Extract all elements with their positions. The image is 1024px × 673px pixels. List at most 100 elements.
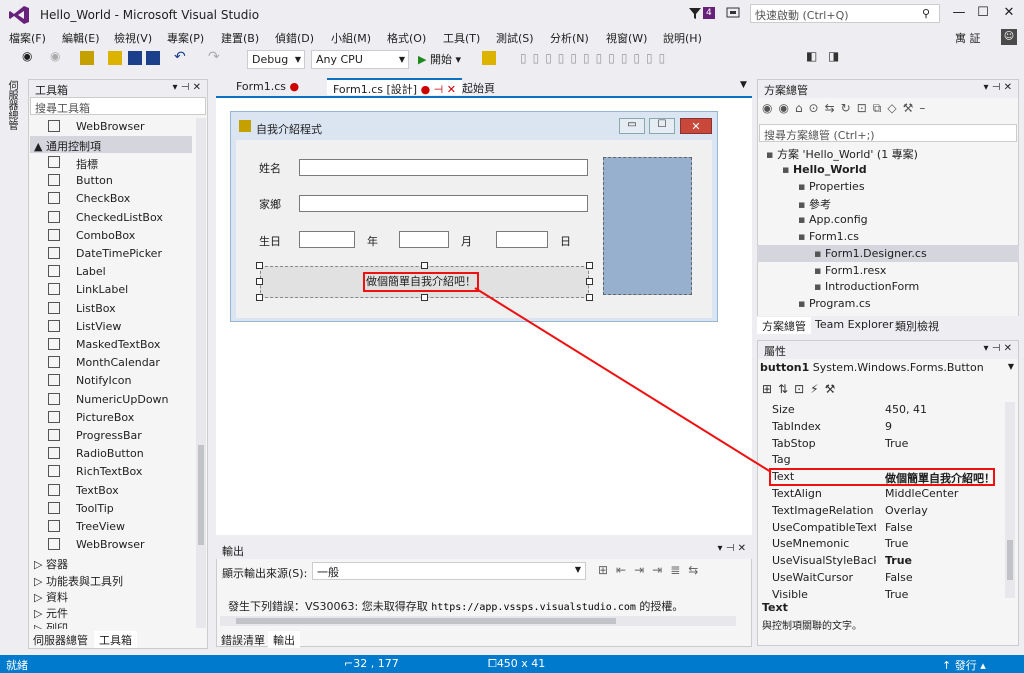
tab-team-explorer[interactable]: Team Explorer <box>810 317 898 334</box>
menu-file[interactable]: 檔案(F) <box>9 30 46 46</box>
minimize-button[interactable]: — <box>946 3 972 23</box>
property-value[interactable]: True <box>885 554 912 567</box>
property-row[interactable]: UseWaitCursor False <box>758 570 1008 587</box>
doc-tab-form1-cs[interactable]: Form1.cs ● <box>230 79 306 96</box>
toolbox-item[interactable]: CheckedListBox <box>30 209 192 227</box>
property-row[interactable]: Size 450, 41 <box>758 402 1008 419</box>
save-all-icon[interactable] <box>146 51 160 65</box>
filter-icon[interactable] <box>688 6 702 20</box>
solution-item[interactable]: ▪ Program.cs <box>798 297 871 314</box>
toolbox-group-menus[interactable]: ▷ 功能表與工具列 <box>34 573 123 589</box>
textbox-hometown[interactable] <box>299 195 588 212</box>
toolbox-item[interactable]: MonthCalendar <box>30 354 192 372</box>
textbox-name[interactable] <box>299 159 588 176</box>
start-button[interactable]: ▶ 開始 ▾ <box>418 51 461 67</box>
toolbox-scroll-thumb[interactable] <box>198 445 204 545</box>
toolbox-item[interactable]: ListBox <box>30 300 192 318</box>
object-selector[interactable]: button1 System.Windows.Forms.Button ▼ <box>760 361 1016 377</box>
property-row[interactable]: TextImageRelation Overlay <box>758 503 1008 520</box>
panel-buttons[interactable]: ▾ ⊣ ✕ <box>984 343 1012 354</box>
toolbox-item[interactable]: WebBrowser <box>30 536 192 554</box>
property-value[interactable]: False <box>885 521 913 534</box>
pin-close-icon[interactable]: ● ⊣ ✕ <box>421 83 456 96</box>
publish-button[interactable]: ↑ 發行 ▴ <box>942 657 986 673</box>
toolbox-search-input[interactable]: 搜尋工具箱 <box>30 97 206 115</box>
output-scroll-thumb[interactable] <box>236 618 616 624</box>
user-avatar-icon[interactable]: ☺ <box>1001 29 1017 45</box>
toolbox-group-common[interactable]: ▲ 通用控制項 <box>34 138 101 154</box>
toolbox-group-containers[interactable]: ▷ 容器 <box>34 556 68 572</box>
toolbox-item[interactable]: 指標 <box>30 154 192 172</box>
properties-scroll-thumb[interactable] <box>1007 540 1013 580</box>
configuration-select[interactable]: Debug ▼ <box>247 50 305 69</box>
menu-window[interactable]: 視窗(W) <box>606 30 647 46</box>
property-row[interactable]: UseCompatibleTextRe False <box>758 520 1008 537</box>
tab-output[interactable]: 輸出 <box>268 631 300 648</box>
toolbox-item[interactable]: ToolTip <box>30 500 192 518</box>
solution-item[interactable]: ▪ Hello_World <box>782 163 867 180</box>
property-value[interactable]: False <box>885 571 913 584</box>
resize-handle[interactable] <box>421 262 428 269</box>
menu-view[interactable]: 檢視(V) <box>114 30 152 46</box>
menu-edit[interactable]: 編輯(E) <box>62 30 100 46</box>
resize-handle[interactable] <box>586 262 593 269</box>
resize-handle[interactable] <box>256 262 263 269</box>
panel-buttons[interactable]: ▾ ⊣ ✕ <box>718 543 746 554</box>
toolbox-item[interactable]: DateTimePicker <box>30 245 192 263</box>
menu-debug[interactable]: 偵錯(D) <box>275 30 314 46</box>
menu-help[interactable]: 說明(H) <box>663 30 702 46</box>
property-value[interactable]: Overlay <box>885 504 928 517</box>
toolbox-item[interactable]: ComboBox <box>30 227 192 245</box>
output-toolbar-icons[interactable]: ⊞⇤⇥⇥≣⇆ <box>598 563 706 577</box>
tab-error-list[interactable]: 錯誤清單 <box>216 631 270 648</box>
toolbox-item[interactable]: NotifyIcon <box>30 372 192 390</box>
picturebox[interactable] <box>603 157 692 295</box>
solution-search-input[interactable]: 搜尋方案總管 (Ctrl+;) <box>759 124 1017 142</box>
toolbox-scrollbar[interactable] <box>196 118 206 628</box>
tab-toolbox[interactable]: 工具箱 <box>94 631 137 648</box>
redo-icon[interactable]: ↷ <box>208 49 222 65</box>
toolbox-group-data[interactable]: ▷ 資料 <box>34 589 68 605</box>
toolbox-group-components[interactable]: ▷ 元件 <box>34 605 68 621</box>
menu-build[interactable]: 建置(B) <box>221 30 259 46</box>
property-value[interactable]: 450, 41 <box>885 403 927 416</box>
quick-launch-input[interactable]: 快速啟動 (Ctrl+Q) <box>750 4 940 23</box>
solution-item[interactable]: ▪ IntroductionForm <box>814 280 919 297</box>
toolbox-item[interactable]: CheckBox <box>30 190 192 208</box>
panel-buttons[interactable]: ▾ ⊣ ✕ <box>984 82 1012 93</box>
toolbox-item[interactable]: Button <box>30 172 192 190</box>
maximize-button[interactable]: ☐ <box>970 3 996 23</box>
solution-item[interactable]: ▪ 參考 <box>798 196 831 213</box>
toolbox-item[interactable]: Label <box>30 263 192 281</box>
resize-handle[interactable] <box>586 294 593 301</box>
textbox-month[interactable] <box>399 231 449 248</box>
menu-test[interactable]: 測試(S) <box>496 30 534 46</box>
textbox-day[interactable] <box>496 231 548 248</box>
undo-icon[interactable]: ↶ <box>174 49 188 65</box>
tab-class-view[interactable]: 類別檢視 <box>890 317 944 334</box>
toolbox-item[interactable]: RichTextBox <box>30 463 192 481</box>
toolbox-item[interactable]: ListView <box>30 318 192 336</box>
toolbox-item-webbrowser-top[interactable]: WebBrowser <box>30 118 192 136</box>
doc-tab-form1-designer[interactable]: Form1.cs [設計] ● ⊣ ✕ <box>327 78 462 96</box>
property-row[interactable]: UseVisualStyleBackCc True <box>758 553 1008 570</box>
open-file-icon[interactable] <box>108 51 122 65</box>
toolbox-item[interactable]: RadioButton <box>30 445 192 463</box>
resize-handle[interactable] <box>586 278 593 285</box>
send-back-icon[interactable]: ◨ <box>828 49 842 63</box>
menu-format[interactable]: 格式(O) <box>387 30 426 46</box>
property-row[interactable]: Tag <box>758 452 1008 469</box>
toolbox-item[interactable]: ProgressBar <box>30 427 192 445</box>
tab-overflow-icon[interactable]: ▼ <box>740 80 747 90</box>
solution-item[interactable]: ▪ Properties <box>798 180 865 197</box>
property-row[interactable]: TabIndex 9 <box>758 419 1008 436</box>
property-row[interactable]: TextAlign MiddleCenter <box>758 486 1008 503</box>
solution-item[interactable]: ▪ Form1.resx <box>814 264 886 281</box>
property-row[interactable]: Visible True <box>758 587 1008 604</box>
solution-item[interactable]: ▪ App.config <box>798 213 868 230</box>
solution-item[interactable]: ▪ Form1.Designer.cs <box>814 247 927 264</box>
menu-team[interactable]: 小組(M) <box>331 30 371 46</box>
property-value[interactable]: True <box>885 537 908 550</box>
solution-item[interactable]: ▪ Form1.cs <box>798 230 859 247</box>
resize-handle[interactable] <box>421 294 428 301</box>
